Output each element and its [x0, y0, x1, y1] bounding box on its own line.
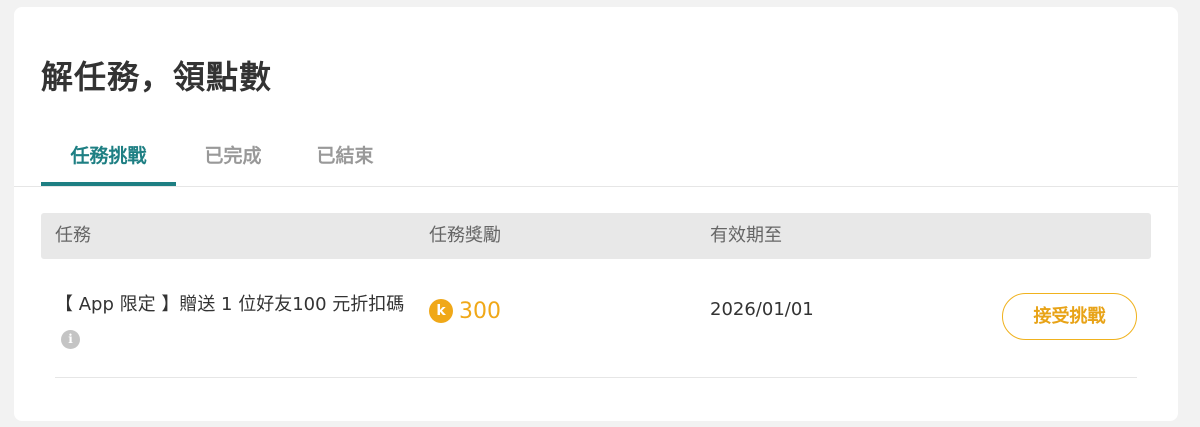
table-header: 任務 任務獎勵 有效期至: [41, 213, 1151, 259]
page-title: 解任務，領點數: [41, 58, 273, 96]
column-header-task: 任務: [55, 225, 91, 246]
tab-ended[interactable]: 已結束: [304, 135, 386, 186]
table-row: 【 App 限定 】贈送 1 位好友100 元折扣碼 i k 300 2026/0…: [55, 259, 1137, 378]
tab-completed[interactable]: 已完成: [192, 135, 274, 186]
reward-points: 300: [459, 298, 501, 324]
tab-bar: 任務挑戰 已完成 已結束: [14, 135, 1178, 187]
column-header-reward: 任務獎勵: [429, 225, 501, 246]
reward-cell: k 300: [429, 297, 501, 325]
coin-icon: k: [429, 299, 453, 323]
missions-card: 解任務，領點數 任務挑戰 已完成 已結束 任務 任務獎勵 有效期至 【 App …: [14, 7, 1178, 421]
expiry-date: 2026/01/01: [710, 299, 814, 320]
task-name: 【 App 限定 】贈送 1 位好友100 元折扣碼: [55, 294, 405, 315]
accept-challenge-button[interactable]: 接受挑戰: [1002, 293, 1137, 340]
column-header-expiry: 有效期至: [710, 225, 782, 246]
info-icon[interactable]: i: [61, 330, 80, 349]
task-name-cell: 【 App 限定 】贈送 1 位好友100 元折扣碼 i: [55, 289, 405, 351]
tab-challenges[interactable]: 任務挑戰: [41, 135, 176, 186]
